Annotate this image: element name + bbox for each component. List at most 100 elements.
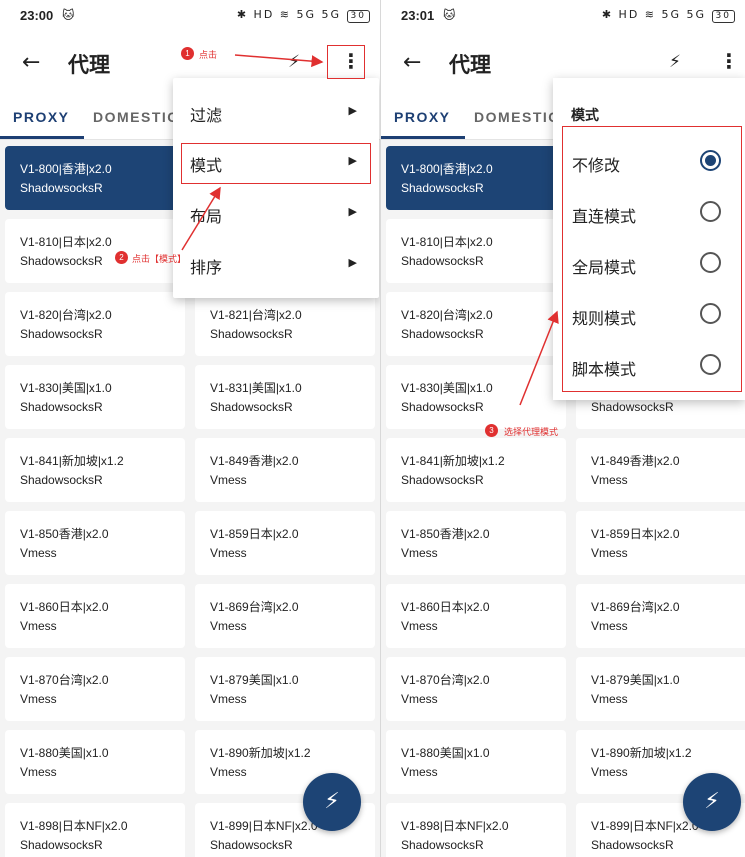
status-time: 23:01 <box>401 8 435 23</box>
proxy-card[interactable]: V1-841|新加坡|x1.2 ShadowsocksR <box>386 438 566 502</box>
menu-item-label: 排序 <box>190 258 223 277</box>
proxy-name: V1-879美国|x1.0 <box>591 673 680 687</box>
proxy-card[interactable]: V1-880美国|x1.0 Vmess <box>386 730 566 794</box>
proxy-card[interactable]: V1-800|香港|x2.0 ShadowsocksR <box>386 146 566 210</box>
proxy-card[interactable]: V1-859日本|x2.0 Vmess <box>576 511 745 575</box>
proxy-name: V1-820|台湾|x2.0 <box>20 308 112 322</box>
proxy-name: V1-879美国|x1.0 <box>210 673 299 687</box>
proxy-card[interactable]: V1-880美国|x1.0 Vmess <box>5 730 185 794</box>
chevron-right-icon: ▶ <box>348 205 357 218</box>
proxy-type: ShadowsocksR <box>20 473 103 487</box>
tab-proxy[interactable]: PROXY <box>13 109 70 125</box>
lightning-fab[interactable]: ⚡ <box>303 773 361 831</box>
proxy-card[interactable]: V1-870台湾|x2.0 Vmess <box>386 657 566 721</box>
proxy-name: V1-800|香港|x2.0 <box>20 162 112 176</box>
proxy-type: ShadowsocksR <box>401 838 484 852</box>
tab-domestic[interactable]: DOMESTIC <box>93 109 179 125</box>
proxy-name: V1-880美国|x1.0 <box>20 746 109 760</box>
step-2-badge: 2 <box>115 251 128 264</box>
proxy-name: V1-831|美国|x1.0 <box>210 381 302 395</box>
highlight-mode-options <box>562 126 742 392</box>
proxy-name: V1-870台湾|x2.0 <box>20 673 109 687</box>
proxy-type: Vmess <box>20 546 57 560</box>
proxy-type: ShadowsocksR <box>20 400 103 414</box>
proxy-type: Vmess <box>591 546 628 560</box>
proxy-name: V1-849香港|x2.0 <box>210 454 299 468</box>
step-1-badge: 1 <box>181 47 194 60</box>
proxy-name: V1-880美国|x1.0 <box>401 746 490 760</box>
proxy-card[interactable]: V1-810|日本|x2.0 ShadowsocksR <box>386 219 566 283</box>
proxy-card[interactable]: V1-820|台湾|x2.0 ShadowsocksR <box>5 292 185 356</box>
menu-item-layout[interactable]: 布局 ▶ <box>173 189 379 239</box>
proxy-type: ShadowsocksR <box>401 181 484 195</box>
battery-icon: 30 <box>346 10 370 23</box>
cat-icon: 🐱 <box>62 8 75 22</box>
chevron-right-icon: ▶ <box>348 104 357 117</box>
proxy-name: V1-820|台湾|x2.0 <box>401 308 493 322</box>
overflow-menu: 过滤 ▶ 模式 ▶ 布局 ▶ 排序 ▶ <box>173 78 379 298</box>
proxy-card[interactable]: V1-821|台湾|x2.0 ShadowsocksR <box>195 292 375 356</box>
proxy-name: V1-869台湾|x2.0 <box>210 600 299 614</box>
proxy-card[interactable]: V1-841|新加坡|x1.2 ShadowsocksR <box>5 438 185 502</box>
proxy-card[interactable]: V1-831|美国|x1.0 ShadowsocksR <box>195 365 375 429</box>
proxy-type: ShadowsocksR <box>20 327 103 341</box>
proxy-type: Vmess <box>591 473 628 487</box>
lightning-fab[interactable]: ⚡ <box>683 773 741 831</box>
proxy-card[interactable]: V1-849香港|x2.0 Vmess <box>576 438 745 502</box>
proxy-type: Vmess <box>591 619 628 633</box>
proxy-card[interactable]: V1-810|日本|x2.0 ShadowsocksR <box>5 219 185 283</box>
proxy-name: V1-830|美国|x1.0 <box>20 381 112 395</box>
cat-icon: 🐱 <box>443 8 456 22</box>
proxy-card[interactable]: V1-820|台湾|x2.0 ShadowsocksR <box>386 292 566 356</box>
step-3-badge: 3 <box>485 424 498 437</box>
tab-indicator <box>0 136 84 139</box>
arrow-left-icon[interactable]: ← <box>22 50 40 75</box>
proxy-name: V1-849香港|x2.0 <box>591 454 680 468</box>
proxy-card[interactable]: V1-879美国|x1.0 Vmess <box>576 657 745 721</box>
lightning-icon[interactable]: ⚡ <box>669 52 681 72</box>
menu-item-filter[interactable]: 过滤 ▶ <box>173 88 379 138</box>
proxy-type: ShadowsocksR <box>210 327 293 341</box>
proxy-card[interactable]: V1-869台湾|x2.0 Vmess <box>195 584 375 648</box>
proxy-type: ShadowsocksR <box>401 473 484 487</box>
proxy-card[interactable]: V1-850香港|x2.0 Vmess <box>5 511 185 575</box>
proxy-card[interactable]: V1-860日本|x2.0 Vmess <box>5 584 185 648</box>
proxy-type: ShadowsocksR <box>20 181 103 195</box>
proxy-type: Vmess <box>591 692 628 706</box>
proxy-card[interactable]: V1-870台湾|x2.0 Vmess <box>5 657 185 721</box>
step-3-text: 选择代理模式 <box>504 428 559 438</box>
proxy-name: V1-850香港|x2.0 <box>20 527 109 541</box>
mode-menu-header: 模式 <box>571 108 599 124</box>
proxy-name: V1-810|日本|x2.0 <box>20 235 112 249</box>
status-bar: 23:01 🐱 ✱ HD ≋ 5G 5G 30 <box>381 0 745 32</box>
proxy-card[interactable]: V1-860日本|x2.0 Vmess <box>386 584 566 648</box>
proxy-card[interactable]: V1-859日本|x2.0 Vmess <box>195 511 375 575</box>
arrow-left-icon[interactable]: ← <box>403 50 421 75</box>
proxy-type: Vmess <box>210 619 247 633</box>
proxy-type: Vmess <box>20 765 57 779</box>
more-vert-icon[interactable]: ⋮ <box>719 49 739 73</box>
proxy-card[interactable]: V1-830|美国|x1.0 ShadowsocksR <box>5 365 185 429</box>
proxy-card[interactable]: V1-898|日本NF|x2.0 ShadowsocksR <box>5 803 185 857</box>
proxy-name: V1-860日本|x2.0 <box>401 600 490 614</box>
proxy-card[interactable]: V1-849香港|x2.0 Vmess <box>195 438 375 502</box>
menu-item-sort[interactable]: 排序 ▶ <box>173 240 379 290</box>
proxy-card[interactable]: V1-850香港|x2.0 Vmess <box>386 511 566 575</box>
proxy-card[interactable]: V1-879美国|x1.0 Vmess <box>195 657 375 721</box>
tab-domestic[interactable]: DOMESTIC <box>474 109 560 125</box>
proxy-type: ShadowsocksR <box>401 400 484 414</box>
highlight-mode-item <box>181 143 371 184</box>
tab-proxy[interactable]: PROXY <box>394 109 451 125</box>
menu-item-label: 布局 <box>190 207 223 226</box>
proxy-card[interactable]: V1-800|香港|x2.0 ShadowsocksR <box>5 146 185 210</box>
proxy-card[interactable]: V1-830|美国|x1.0 ShadowsocksR <box>386 365 566 429</box>
proxy-card[interactable]: V1-898|日本NF|x2.0 ShadowsocksR <box>386 803 566 857</box>
lightning-icon[interactable]: ⚡ <box>288 52 300 72</box>
proxy-name: V1-860日本|x2.0 <box>20 600 109 614</box>
proxy-card[interactable]: V1-869台湾|x2.0 Vmess <box>576 584 745 648</box>
proxy-name: V1-890新加坡|x1.2 <box>210 746 311 760</box>
proxy-name: V1-800|香港|x2.0 <box>401 162 493 176</box>
step-2-text: 点击【模式】 <box>132 255 187 265</box>
proxy-type: Vmess <box>401 692 438 706</box>
chevron-right-icon: ▶ <box>348 256 357 269</box>
